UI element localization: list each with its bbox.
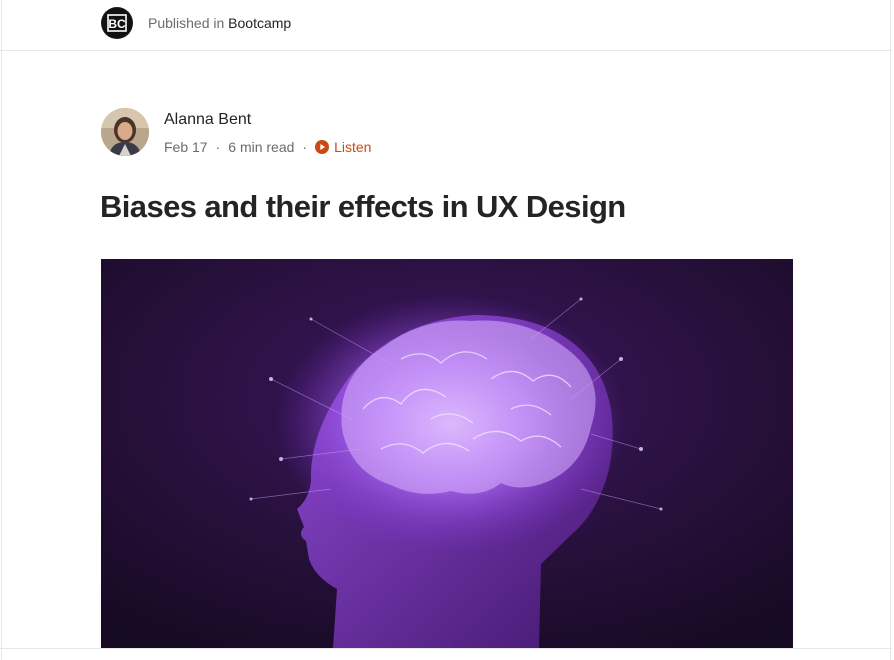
- meta-separator: ·: [215, 139, 221, 155]
- publish-date: Feb 17: [164, 139, 208, 155]
- play-circle-icon: [315, 140, 330, 154]
- window-left-border: [1, 0, 2, 660]
- svg-text:BC: BC: [108, 17, 126, 31]
- publication-label: Published in Bootcamp: [148, 15, 291, 31]
- meta-separator: ·: [302, 139, 308, 155]
- hero-image: [101, 259, 793, 648]
- article-meta: Feb 17 · 6 min read · Listen: [164, 139, 371, 155]
- author-name[interactable]: Alanna Bent: [164, 111, 251, 129]
- listen-button[interactable]: Listen: [315, 139, 371, 155]
- article-title: Biases and their effects in UX Design: [100, 189, 626, 224]
- brain-head-illustration: [101, 259, 793, 648]
- window-right-border: [890, 0, 891, 660]
- bottom-divider: [0, 648, 892, 649]
- bootcamp-logo-icon[interactable]: BC: [101, 7, 133, 39]
- read-time: 6 min read: [228, 139, 295, 155]
- publication-bar: BC Published in Bootcamp: [0, 0, 892, 51]
- author-avatar[interactable]: [101, 108, 149, 156]
- listen-label: Listen: [334, 139, 372, 155]
- published-in-text: Published in: [148, 15, 225, 31]
- publication-link[interactable]: Bootcamp: [228, 15, 291, 31]
